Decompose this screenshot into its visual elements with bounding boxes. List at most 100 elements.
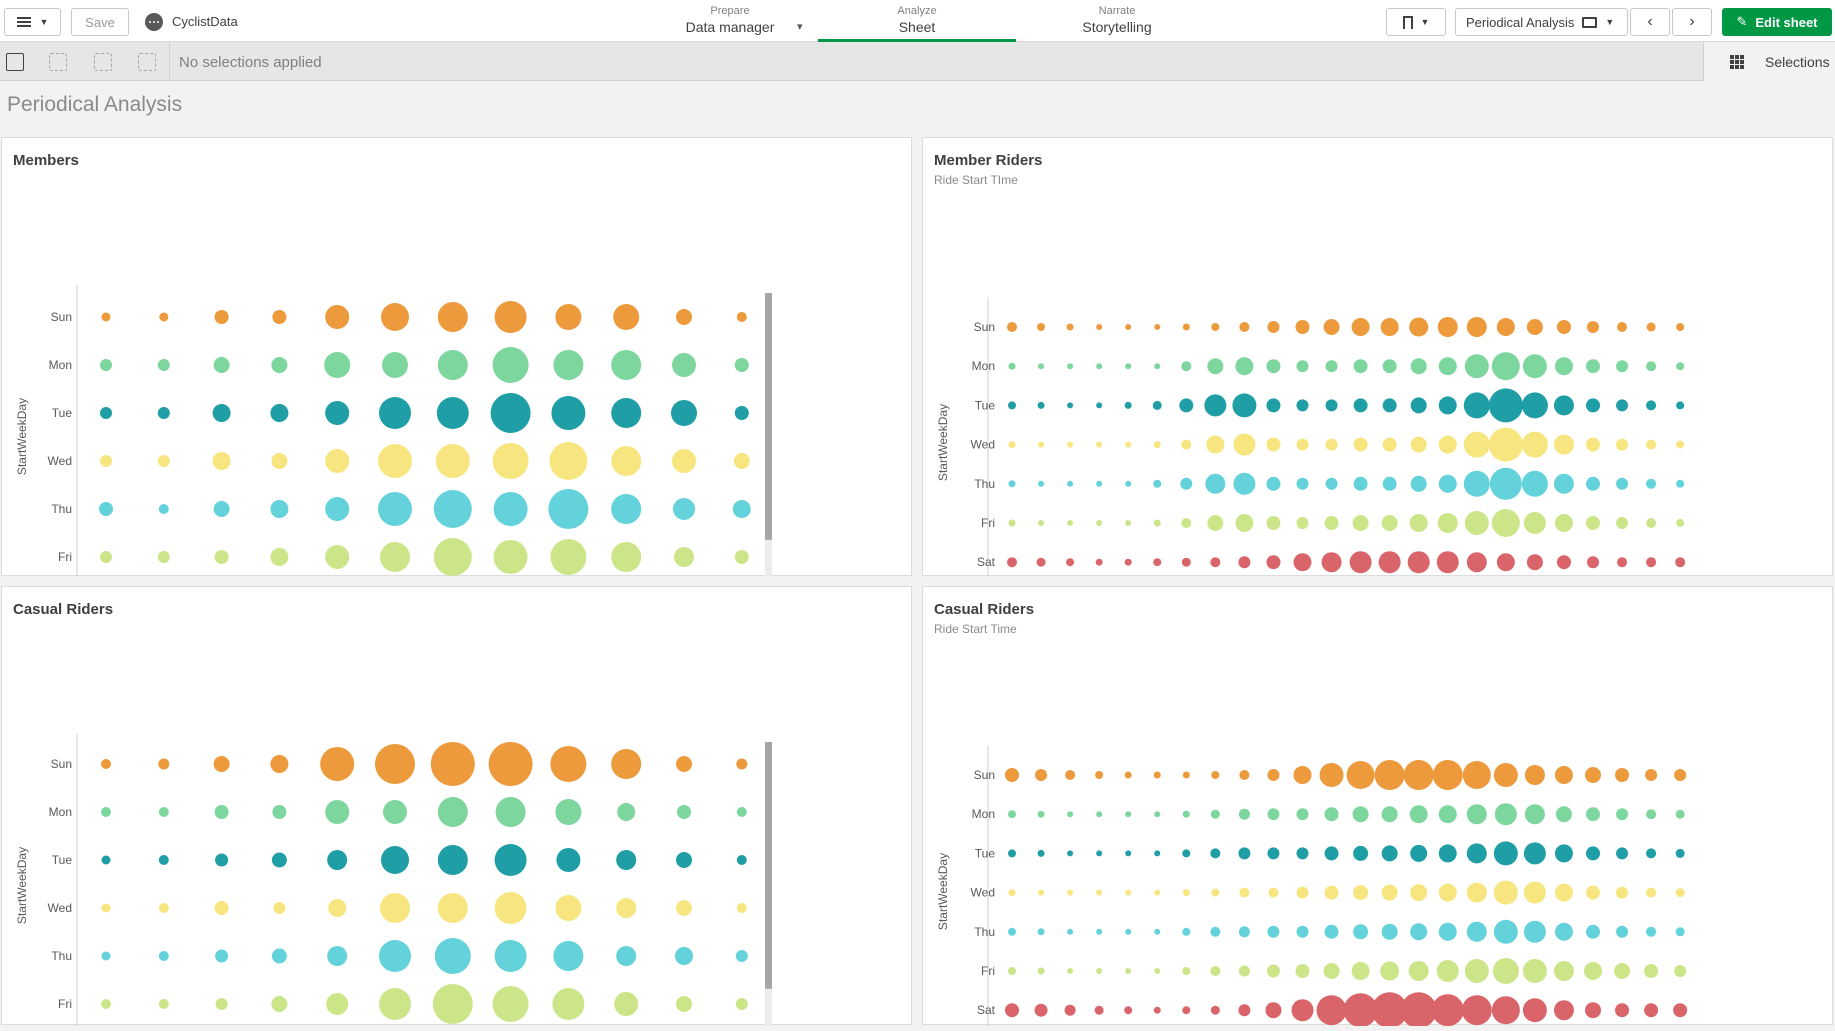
data-point[interactable]	[1210, 1005, 1220, 1015]
data-point[interactable]	[1646, 887, 1657, 898]
data-point[interactable]	[1676, 519, 1685, 527]
data-point[interactable]	[1153, 479, 1162, 488]
data-point[interactable]	[1615, 1003, 1630, 1018]
data-point[interactable]	[1095, 771, 1104, 779]
data-point[interactable]	[1646, 557, 1657, 568]
data-point[interactable]	[616, 898, 637, 918]
selections-tool[interactable]: Selections	[1703, 42, 1835, 81]
data-point[interactable]	[611, 749, 642, 779]
data-point[interactable]	[1408, 961, 1429, 981]
data-point[interactable]	[1316, 995, 1347, 1026]
data-point[interactable]	[1125, 480, 1132, 487]
data-point[interactable]	[1382, 476, 1397, 491]
data-point[interactable]	[1676, 323, 1685, 331]
data-point[interactable]	[1067, 402, 1074, 409]
data-point[interactable]	[1400, 992, 1437, 1026]
data-point[interactable]	[1036, 557, 1046, 567]
data-point[interactable]	[1489, 467, 1522, 500]
data-point[interactable]	[611, 398, 642, 428]
data-point[interactable]	[493, 492, 528, 526]
data-point[interactable]	[1617, 557, 1628, 568]
data-point[interactable]	[1034, 1003, 1048, 1017]
data-point[interactable]	[549, 442, 588, 480]
data-point[interactable]	[1296, 925, 1309, 938]
data-point[interactable]	[1644, 1003, 1659, 1018]
data-point[interactable]	[1674, 965, 1687, 977]
data-point[interactable]	[382, 352, 408, 378]
data-point[interactable]	[1125, 441, 1132, 448]
data-point[interactable]	[1432, 760, 1463, 790]
data-point[interactable]	[672, 353, 696, 377]
data-point[interactable]	[1266, 476, 1281, 491]
data-point[interactable]	[1463, 431, 1490, 458]
data-point[interactable]	[1005, 1003, 1019, 1018]
data-point[interactable]	[1675, 848, 1685, 858]
data-point[interactable]	[1265, 1002, 1282, 1019]
data-point[interactable]	[271, 852, 287, 868]
data-point[interactable]	[1207, 515, 1224, 531]
data-point[interactable]	[1037, 323, 1046, 331]
data-point[interactable]	[555, 799, 582, 825]
data-point[interactable]	[1526, 554, 1543, 571]
data-point[interactable]	[327, 850, 348, 870]
data-point[interactable]	[734, 550, 749, 564]
data-point[interactable]	[1381, 923, 1398, 940]
data-point[interactable]	[676, 996, 692, 1012]
data-point[interactable]	[158, 758, 170, 770]
data-point[interactable]	[435, 444, 470, 478]
data-point[interactable]	[1296, 517, 1309, 529]
data-point[interactable]	[1008, 441, 1016, 449]
data-point[interactable]	[159, 312, 169, 322]
data-point[interactable]	[1125, 811, 1132, 818]
data-point[interactable]	[101, 903, 111, 913]
scrollbar-thumb[interactable]	[765, 293, 772, 540]
data-point[interactable]	[735, 950, 748, 962]
data-point[interactable]	[1644, 964, 1659, 978]
data-point[interactable]	[1464, 354, 1489, 379]
data-point[interactable]	[1096, 441, 1103, 448]
data-point[interactable]	[1491, 352, 1520, 381]
scatter-chart[interactable]: SunMonTueWedThuFriJanFebMarAprMayJunJulA…	[2, 138, 913, 577]
data-point[interactable]	[1154, 928, 1161, 935]
data-point[interactable]	[1646, 518, 1657, 528]
data-point[interactable]	[433, 538, 472, 576]
data-point[interactable]	[1037, 401, 1045, 409]
data-point[interactable]	[434, 938, 471, 974]
data-point[interactable]	[1008, 967, 1016, 975]
data-point[interactable]	[1125, 324, 1132, 330]
data-point[interactable]	[1238, 926, 1250, 938]
data-point[interactable]	[1153, 519, 1161, 527]
data-point[interactable]	[1378, 551, 1401, 574]
data-point[interactable]	[270, 500, 289, 518]
data-point[interactable]	[1154, 889, 1161, 896]
plot-area[interactable]: SunMonTueWedThuFriJanFebMarAprMayJunJulA…	[15, 734, 772, 1026]
data-point[interactable]	[1067, 968, 1074, 974]
data-point[interactable]	[273, 902, 286, 914]
data-point[interactable]	[1493, 841, 1518, 866]
tab-analyze[interactable]: Analyze Sheet	[818, 0, 1016, 42]
data-point[interactable]	[1204, 394, 1227, 417]
data-point[interactable]	[1008, 927, 1016, 936]
data-point[interactable]	[1267, 925, 1280, 938]
data-point[interactable]	[1436, 551, 1459, 574]
data-point[interactable]	[1008, 362, 1016, 370]
data-point[interactable]	[1586, 359, 1600, 374]
data-point[interactable]	[1524, 765, 1545, 785]
data-point[interactable]	[1266, 398, 1281, 413]
data-point[interactable]	[1096, 402, 1103, 409]
data-point[interactable]	[1438, 396, 1457, 415]
data-point[interactable]	[494, 892, 527, 924]
step-forward-icon[interactable]	[94, 53, 112, 71]
data-point[interactable]	[1437, 317, 1458, 337]
data-point[interactable]	[433, 490, 472, 528]
data-point[interactable]	[101, 999, 111, 1009]
data-point[interactable]	[1325, 399, 1338, 412]
data-point[interactable]	[1586, 885, 1600, 900]
data-point[interactable]	[1210, 848, 1221, 859]
data-point[interactable]	[1293, 553, 1312, 572]
data-point[interactable]	[1438, 805, 1457, 824]
data-point[interactable]	[676, 900, 692, 916]
data-point[interactable]	[1646, 400, 1657, 411]
data-point[interactable]	[1616, 847, 1629, 860]
data-point[interactable]	[1410, 475, 1427, 492]
